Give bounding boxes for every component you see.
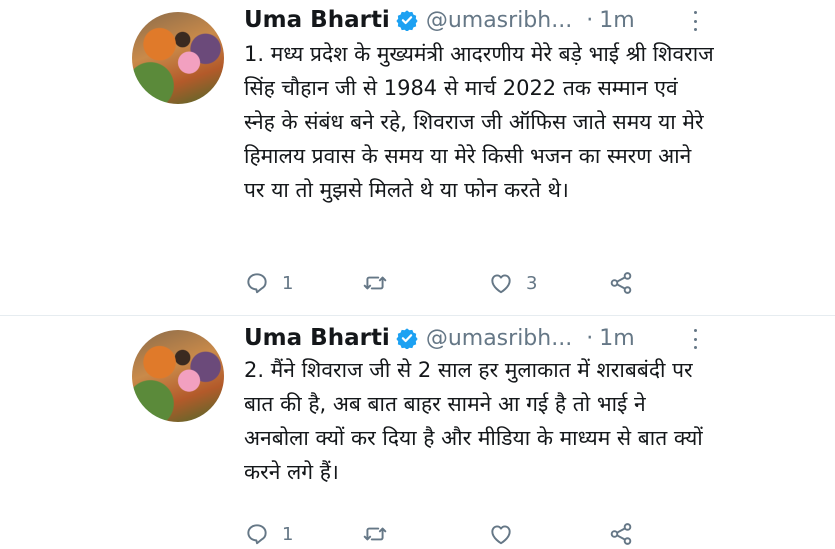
separator-dot: · bbox=[586, 7, 594, 33]
tweet[interactable]: Uma Bharti @umasribh... · 1m 1. मध्य प्र… bbox=[0, 0, 835, 316]
share-button[interactable] bbox=[608, 268, 634, 298]
reply-button[interactable]: 1 bbox=[244, 268, 293, 298]
share-nodes-icon bbox=[610, 523, 632, 545]
tweet-text: 1. मध्य प्रदेश के मुख्यमंत्री आदरणीय मेर… bbox=[244, 42, 721, 202]
author-handle[interactable]: @umasribh... bbox=[426, 326, 572, 351]
tweet-feed: Uma Bharti @umasribh... · 1m 1. मध्य प्र… bbox=[0, 0, 835, 547]
reply-count: 1 bbox=[282, 523, 294, 545]
reply-bubble-icon bbox=[247, 273, 267, 294]
timestamp[interactable]: 1m bbox=[599, 326, 634, 351]
like-button[interactable]: 3 bbox=[488, 268, 537, 298]
heart-outline-icon bbox=[491, 274, 511, 294]
author-name[interactable]: Uma Bharti bbox=[244, 7, 390, 33]
more-vertical-icon[interactable] bbox=[690, 11, 700, 31]
retweet-arrows-icon bbox=[363, 276, 387, 290]
reply-button[interactable]: 1 bbox=[244, 519, 293, 549]
share-button[interactable] bbox=[608, 519, 634, 549]
share-nodes-icon bbox=[610, 272, 632, 294]
retweet-arrows-icon bbox=[363, 527, 387, 541]
timestamp[interactable]: 1m bbox=[599, 8, 634, 33]
reply-count: 1 bbox=[282, 272, 294, 294]
avatar[interactable] bbox=[132, 330, 224, 422]
more-vertical-icon[interactable] bbox=[690, 329, 700, 349]
heart-outline-icon bbox=[491, 525, 511, 545]
reply-bubble-icon bbox=[247, 524, 267, 545]
like-button[interactable] bbox=[488, 519, 526, 549]
verified-badge-icon bbox=[396, 328, 418, 349]
retweet-button[interactable] bbox=[362, 519, 400, 549]
verified-badge-icon bbox=[396, 10, 418, 31]
avatar[interactable] bbox=[132, 12, 224, 104]
separator-dot: · bbox=[586, 325, 594, 351]
author-name[interactable]: Uma Bharti bbox=[244, 325, 390, 351]
tweet-header: Uma Bharti @umasribh... · 1m bbox=[244, 3, 635, 37]
author-handle[interactable]: @umasribh... bbox=[426, 8, 572, 33]
tweet-header: Uma Bharti @umasribh... · 1m bbox=[244, 321, 635, 355]
like-count: 3 bbox=[526, 272, 538, 294]
tweet[interactable]: Uma Bharti @umasribh... · 1m 2. मैंने शि… bbox=[0, 316, 835, 547]
retweet-button[interactable] bbox=[362, 268, 400, 298]
tweet-actions: 1 3 bbox=[244, 268, 664, 298]
tweet-actions: 1 bbox=[244, 519, 664, 549]
tweet-text: 2. मैंने शिवराज जी से 2 साल हर मुलाकात म… bbox=[244, 358, 710, 484]
